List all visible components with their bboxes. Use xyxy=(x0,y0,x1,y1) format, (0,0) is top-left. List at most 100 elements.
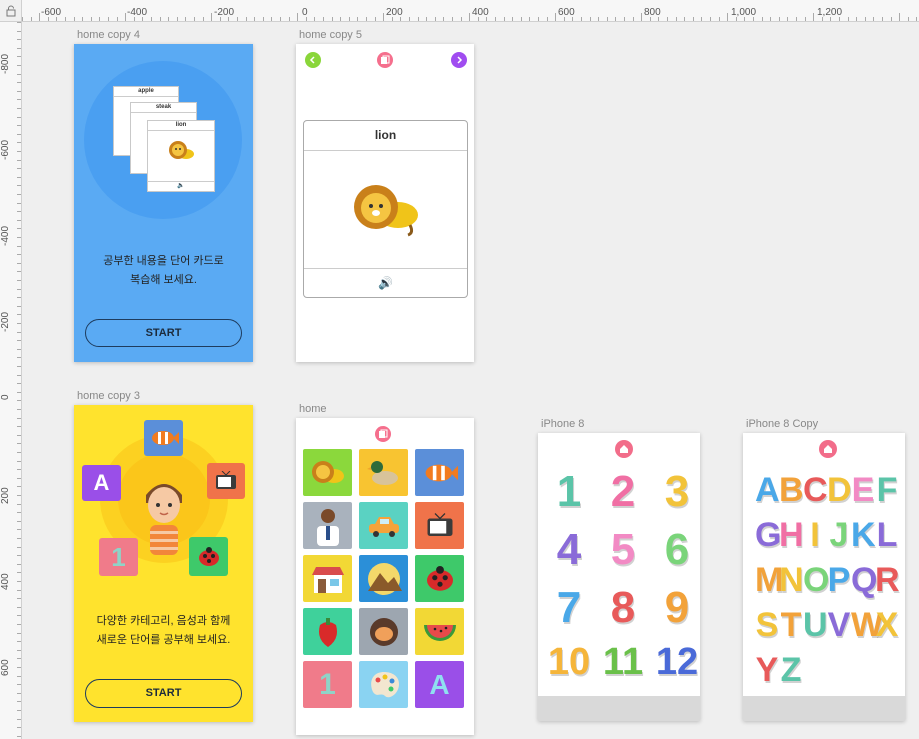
ruler-tick xyxy=(116,17,118,21)
category-duck[interactable] xyxy=(359,449,408,496)
artboard-label[interactable]: iPhone 8 xyxy=(541,418,584,430)
number-12[interactable]: 12 xyxy=(652,641,700,684)
next-button[interactable] xyxy=(451,52,467,68)
ruler-tick xyxy=(17,47,21,49)
number-10[interactable]: 10 xyxy=(544,641,594,684)
category-numbers[interactable]: 1 xyxy=(303,661,352,708)
start-button[interactable]: START xyxy=(85,679,242,708)
category-chestnut[interactable] xyxy=(359,608,408,655)
horizontal-ruler[interactable]: -600 -400 -200 0 200 400 600 800 1,000 1… xyxy=(0,0,919,22)
letter-x[interactable]: X xyxy=(875,606,899,645)
number-9[interactable]: 9 xyxy=(652,583,700,633)
letter-y[interactable]: Y xyxy=(755,651,779,690)
letter-o[interactable]: O xyxy=(803,561,829,600)
number-7[interactable]: 7 xyxy=(544,583,594,633)
letter-r[interactable]: R xyxy=(875,561,900,600)
letter-s[interactable]: S xyxy=(755,606,779,645)
letter-c[interactable]: C xyxy=(803,471,828,510)
letter-e[interactable]: E xyxy=(851,471,875,510)
letter-b[interactable]: B xyxy=(779,471,804,510)
number-11[interactable]: 11 xyxy=(598,641,648,684)
ruler-tick xyxy=(219,17,221,21)
letter-k[interactable]: K xyxy=(851,516,876,555)
chestnut-icon xyxy=(369,617,398,646)
category-lion[interactable] xyxy=(303,449,352,496)
clownfish-icon xyxy=(151,431,179,445)
artboard-label[interactable]: home copy 4 xyxy=(77,29,140,41)
artboard-home[interactable]: 1 A xyxy=(296,418,474,735)
letter-h[interactable]: H xyxy=(779,516,804,555)
ruler-tick xyxy=(839,17,840,21)
number-8[interactable]: 8 xyxy=(598,583,648,633)
home-button[interactable] xyxy=(377,52,393,68)
number-6[interactable]: 6 xyxy=(652,525,700,575)
speaker-button[interactable]: 🔊 xyxy=(304,268,467,297)
letter-q[interactable]: Q xyxy=(851,561,877,600)
artboard-home-copy-3[interactable]: A 1 다양한 카테고리, 음성과 함께 새로운 단어를 공부해 보세요. ST… xyxy=(74,405,253,722)
home-button[interactable] xyxy=(615,440,633,458)
category-pepper[interactable] xyxy=(303,608,352,655)
artboard-label[interactable]: home copy 3 xyxy=(77,390,140,402)
prev-button[interactable] xyxy=(305,52,321,68)
category-doctor[interactable] xyxy=(303,502,352,549)
category-mountain[interactable] xyxy=(359,555,408,602)
category-tv[interactable] xyxy=(415,502,464,549)
letter-v[interactable]: V xyxy=(827,606,851,645)
letter-u[interactable]: U xyxy=(803,606,828,645)
letter-p[interactable]: P xyxy=(827,561,851,600)
cards-button[interactable] xyxy=(375,426,391,442)
category-watermelon[interactable] xyxy=(415,608,464,655)
artboard-label[interactable]: iPhone 8 Copy xyxy=(746,418,818,430)
intro-message-line2: 새로운 단어를 공부해 보세요. xyxy=(96,634,231,646)
tv-icon xyxy=(427,512,452,536)
artboard-iphone-8[interactable]: 1 2 3 4 5 6 7 8 9 10 11 12 xyxy=(538,433,700,721)
letter-m[interactable]: M xyxy=(755,561,783,600)
artboard-iphone-8-copy[interactable]: ABCDEF GHIJKL MNOPQR STUVWX YZ xyxy=(743,433,905,721)
start-button[interactable]: START xyxy=(85,319,242,347)
ruler-tick xyxy=(125,13,127,21)
ruler-tick xyxy=(17,254,21,256)
ruler-tick xyxy=(17,176,21,178)
ruler-tick xyxy=(787,17,789,21)
artboard-home-copy-4[interactable]: apple steak lion 🔈 공부한 내용을 단어 카드로 복습해 보세… xyxy=(74,44,253,362)
letter-i[interactable]: I xyxy=(803,516,827,555)
category-ladybug[interactable] xyxy=(415,555,464,602)
ruler-tick xyxy=(813,13,815,21)
letter-f[interactable]: F xyxy=(875,471,899,510)
number-4[interactable]: 4 xyxy=(544,525,594,575)
category-car[interactable] xyxy=(359,502,408,549)
category-store[interactable] xyxy=(303,555,352,602)
letter-t[interactable]: T xyxy=(779,606,803,645)
number-2[interactable]: 2 xyxy=(598,467,648,517)
artboard-label[interactable]: home copy 5 xyxy=(299,29,362,41)
ruler-tick xyxy=(17,452,21,453)
ruler-label: 400 xyxy=(0,573,11,590)
letter-n[interactable]: N xyxy=(779,561,804,600)
letter-a[interactable]: A xyxy=(755,471,780,510)
category-alphabet[interactable]: A xyxy=(415,661,464,708)
chevron-right-icon xyxy=(457,56,463,64)
home-button[interactable] xyxy=(819,440,837,458)
flash-card[interactable]: lion 🔊 xyxy=(303,120,468,298)
ruler-tick xyxy=(624,17,625,21)
vertical-ruler[interactable]: -800 -600 -400 -200 0 200 400 600 xyxy=(0,22,22,739)
ruler-tick xyxy=(761,17,763,21)
artboard-home-copy-5[interactable]: lion 🔊 xyxy=(296,44,474,362)
category-clownfish[interactable] xyxy=(415,449,464,496)
letter-d[interactable]: D xyxy=(827,471,852,510)
number-1[interactable]: 1 xyxy=(544,467,594,517)
duck-icon xyxy=(366,460,398,485)
letter-w[interactable]: W xyxy=(851,606,883,645)
lock-icon[interactable] xyxy=(5,5,17,17)
letter-l[interactable]: L xyxy=(875,516,899,555)
letter-z[interactable]: Z xyxy=(779,651,803,690)
ruler-tick xyxy=(17,331,21,333)
letter-j[interactable]: J xyxy=(827,516,851,555)
letter-g[interactable]: G xyxy=(755,516,781,555)
number-3[interactable]: 3 xyxy=(652,467,700,517)
artboard-label[interactable]: home xyxy=(299,403,327,415)
mountain-icon xyxy=(367,562,402,595)
ladybug-icon xyxy=(426,565,453,591)
number-5[interactable]: 5 xyxy=(598,525,648,575)
category-colors[interactable] xyxy=(359,661,408,708)
